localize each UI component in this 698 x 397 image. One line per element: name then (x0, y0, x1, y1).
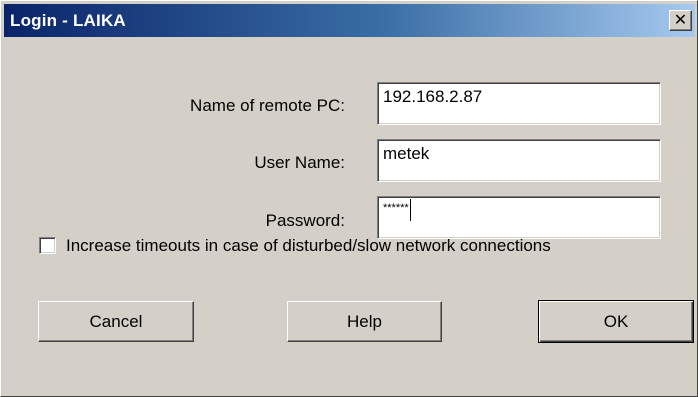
login-dialog: Login - LAIKA ✕ Name of remote PC: 192.1… (0, 0, 698, 397)
title-bar: Login - LAIKA ✕ (4, 4, 695, 37)
help-button[interactable]: Help (287, 301, 442, 342)
cancel-button[interactable]: Cancel (38, 301, 194, 342)
text-caret (409, 199, 411, 221)
password-value: ****** (383, 202, 409, 214)
password-input[interactable]: ****** (377, 196, 661, 239)
close-button[interactable]: ✕ (669, 10, 692, 31)
cancel-button-label: Cancel (89, 311, 143, 331)
remote-pc-input[interactable]: 192.168.2.87 (377, 82, 661, 125)
close-icon: ✕ (673, 10, 688, 29)
timeouts-checkbox[interactable] (39, 237, 56, 254)
ok-button[interactable]: OK (538, 300, 694, 343)
timeouts-label[interactable]: Increase timeouts in case of disturbed/s… (66, 236, 551, 256)
help-button-label: Help (347, 311, 382, 331)
password-label: Password: (265, 211, 345, 230)
user-name-input[interactable]: metek (377, 139, 661, 182)
remote-pc-value: 192.168.2.87 (383, 87, 483, 106)
user-name-label: User Name: (254, 153, 345, 172)
remote-pc-label: Name of remote PC: (190, 96, 345, 115)
window-title: Login - LAIKA (10, 11, 126, 30)
ok-button-label: OK (603, 311, 629, 331)
user-name-value: metek (383, 144, 430, 163)
